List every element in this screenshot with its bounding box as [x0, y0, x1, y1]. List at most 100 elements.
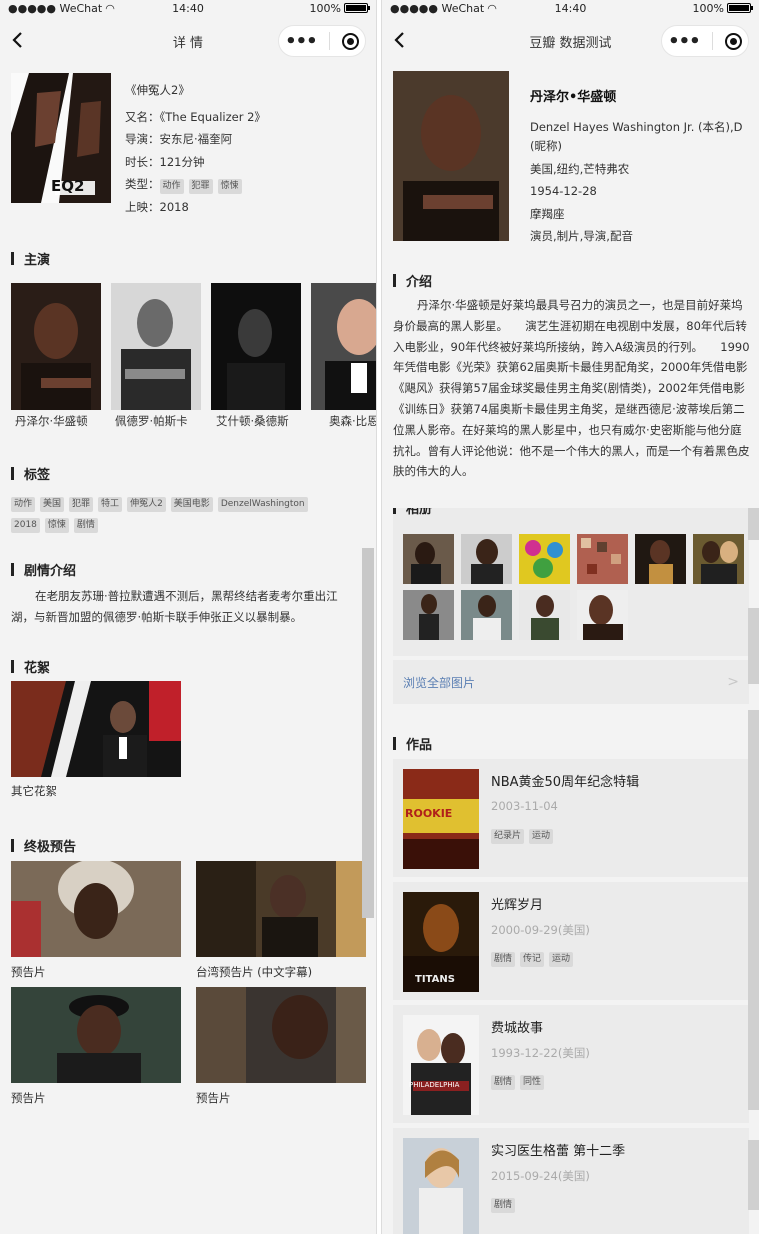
movie-poster[interactable]: EQ2 [11, 73, 111, 203]
scrollbar-thumb[interactable] [362, 548, 374, 918]
cast-name: 艾什顿·桑德斯 [216, 414, 289, 428]
keyword-tag[interactable]: 惊悚 [44, 518, 69, 533]
keyword-tag[interactable]: 2018 [11, 518, 40, 533]
scrollbar-thumb[interactable] [748, 710, 759, 1110]
album-photo[interactable] [693, 534, 744, 584]
genre-tag[interactable]: 惊悚 [217, 179, 242, 194]
trailer-caption: 预告片 [11, 1091, 46, 1105]
album-photo[interactable] [577, 534, 628, 584]
album-photo[interactable] [635, 534, 686, 584]
keyword-tag[interactable]: 犯罪 [69, 497, 94, 512]
poster-title-text: EQ2 [51, 177, 85, 195]
wifi-icon: ◠ [105, 1, 115, 15]
capsule-divider [711, 32, 713, 50]
person-detail-screen: ●●●●● WeChat ◠ 14:40 100% 豆瓣 数据测试 ••• 丹泽尔… [381, 0, 759, 1234]
keyword-tag[interactable]: 动作 [11, 497, 36, 512]
mini-program-capsule: ••• [661, 25, 749, 57]
movie-info: 《伸冤人2》 又名：《The Equalizer 2》 导演：安东尼·福奎阿 时… [125, 79, 266, 218]
work-card[interactable]: PHILADELPHIA 费城故事 1993-12-22(美国) 剧情 同性 [393, 1005, 749, 1123]
work-tag: 剧情 [491, 1075, 516, 1090]
trailer-thumbnail[interactable] [196, 987, 366, 1083]
intro-heading: 介绍 [393, 271, 432, 290]
carrier-label: ●●●●● WeChat [390, 1, 485, 15]
work-tag: 纪录片 [491, 829, 525, 844]
cast-heading: 主演 [11, 249, 50, 268]
album-photo[interactable] [461, 534, 512, 584]
album-photo[interactable] [461, 590, 512, 640]
album-photo[interactable] [519, 590, 570, 640]
album-photo[interactable] [403, 534, 454, 584]
photo-album: 相册 [393, 508, 749, 656]
browse-all-photos-link[interactable]: 浏览全部图片 > [393, 660, 749, 704]
trailer-caption: 台湾预告片 (中文字幕) [196, 965, 313, 979]
work-date: 2000-09-29(美国) [491, 923, 590, 937]
work-card[interactable]: 实习医生格蕾 第十二季 2015-09-24(美国) 剧情 [393, 1128, 749, 1234]
trailer-thumbnail[interactable] [11, 987, 181, 1083]
album-photo[interactable] [519, 534, 570, 584]
battery-icon [344, 3, 370, 13]
close-mini-program-icon[interactable] [724, 32, 742, 50]
tags-heading: 标签 [11, 464, 50, 483]
clip-thumbnail[interactable] [11, 681, 181, 777]
cast-name: 奥森·比恩 [329, 414, 377, 428]
intro-text: 丹泽尔·华盛顿是好莱坞最具号召力的演员之一，也是目前好莱坞身价最高的黑人影星。 … [393, 298, 750, 479]
wifi-icon: ◠ [487, 1, 497, 15]
cast-name: 佩德罗·帕斯卡 [115, 414, 188, 428]
tag-list: 动作 美国 犯罪 特工 伸冤人2 美国电影 DenzelWashington 2018 惊悚剧… [11, 491, 351, 533]
work-tags: 剧情 传记 运动 [491, 946, 578, 967]
work-card[interactable]: TITANS 光辉岁月 2000-09-29(美国) 剧情 传记 运动 [393, 882, 749, 1000]
keyword-tag[interactable]: DenzelWashington [217, 497, 308, 512]
work-date: 1993-12-22(美国) [491, 1046, 590, 1060]
trailer-caption: 预告片 [196, 1091, 231, 1105]
trailer-thumbnail[interactable] [11, 861, 181, 957]
work-title: 光辉岁月 [491, 898, 544, 913]
plot-text: 在老朋友苏珊·普拉默遭遇不测后，黑帮终结者麦考尔重出江湖，与新晋加盟的佩德罗·帕… [11, 589, 338, 624]
scrollbar-thumb[interactable] [748, 608, 759, 684]
work-tags: 剧情 同性 [491, 1069, 549, 1090]
battery-percent: 100% [692, 1, 724, 15]
movie-director: 导演：安东尼·福奎阿 [125, 132, 233, 146]
work-poster: ROOKIE [403, 769, 479, 869]
clip-caption: 其它花絮 [11, 784, 57, 798]
movie-title: 《伸冤人2》 [125, 83, 190, 97]
album-photo[interactable] [577, 590, 628, 640]
work-title: NBA黄金50周年纪念特辑 [491, 775, 640, 790]
person-birthplace: 美国,纽约,芒特弗农 [530, 161, 630, 176]
work-poster: TITANS [403, 892, 479, 992]
trailer-thumbnail[interactable] [196, 861, 366, 957]
keyword-tag[interactable]: 剧情 [73, 518, 98, 533]
work-poster [403, 1138, 479, 1234]
nav-bar: 详 情 ••• [0, 16, 376, 66]
keyword-tag[interactable]: 美国电影 [170, 497, 213, 512]
battery-icon [727, 3, 753, 13]
genre-tag[interactable]: 动作 [159, 179, 184, 194]
genre-tag[interactable]: 犯罪 [188, 179, 213, 194]
work-title: 费城故事 [491, 1021, 544, 1036]
close-mini-program-icon[interactable] [341, 32, 359, 50]
movie-detail-screen: ●●●●● WeChat ◠ 14:40 100% 详 情 ••• EQ2 《伸冤… [0, 0, 377, 1234]
keyword-tag[interactable]: 伸冤人2 [127, 497, 166, 512]
work-tag: 运动 [549, 952, 574, 967]
cast-photo-orson[interactable] [311, 283, 376, 410]
more-menu-icon[interactable]: ••• [668, 31, 701, 52]
person-name: 丹泽尔•华盛顿 [530, 90, 617, 105]
battery-percent: 100% [309, 1, 341, 15]
work-poster-text: ROOKIE [405, 807, 453, 820]
work-card[interactable]: ROOKIE NBA黄金50周年纪念特辑 2003-11-04 纪录片 运动 [393, 759, 749, 877]
cast-photo-denzel[interactable] [11, 283, 101, 410]
work-date: 2003-11-04 [491, 799, 558, 813]
keyword-tag[interactable]: 特工 [98, 497, 123, 512]
cast-photo-pedro[interactable] [111, 283, 201, 410]
cast-photo-ashton[interactable] [211, 283, 301, 410]
scrollbar-thumb[interactable] [748, 508, 759, 540]
trailer-caption: 预告片 [11, 965, 46, 979]
keyword-tag[interactable]: 美国 [40, 497, 65, 512]
scrollbar-thumb[interactable] [748, 1140, 759, 1210]
work-tags: 纪录片 运动 [491, 823, 558, 844]
more-menu-icon[interactable]: ••• [285, 31, 318, 52]
status-bar: ●●●●● WeChat ◠ 14:40 100% [0, 0, 376, 16]
album-photo[interactable] [403, 590, 454, 640]
mini-program-capsule: ••• [278, 25, 366, 57]
cast-list[interactable]: 丹泽尔·华盛顿 佩德罗·帕斯卡 艾什顿·桑德斯 奥森·比恩 [11, 283, 377, 433]
person-photo[interactable] [393, 71, 509, 241]
